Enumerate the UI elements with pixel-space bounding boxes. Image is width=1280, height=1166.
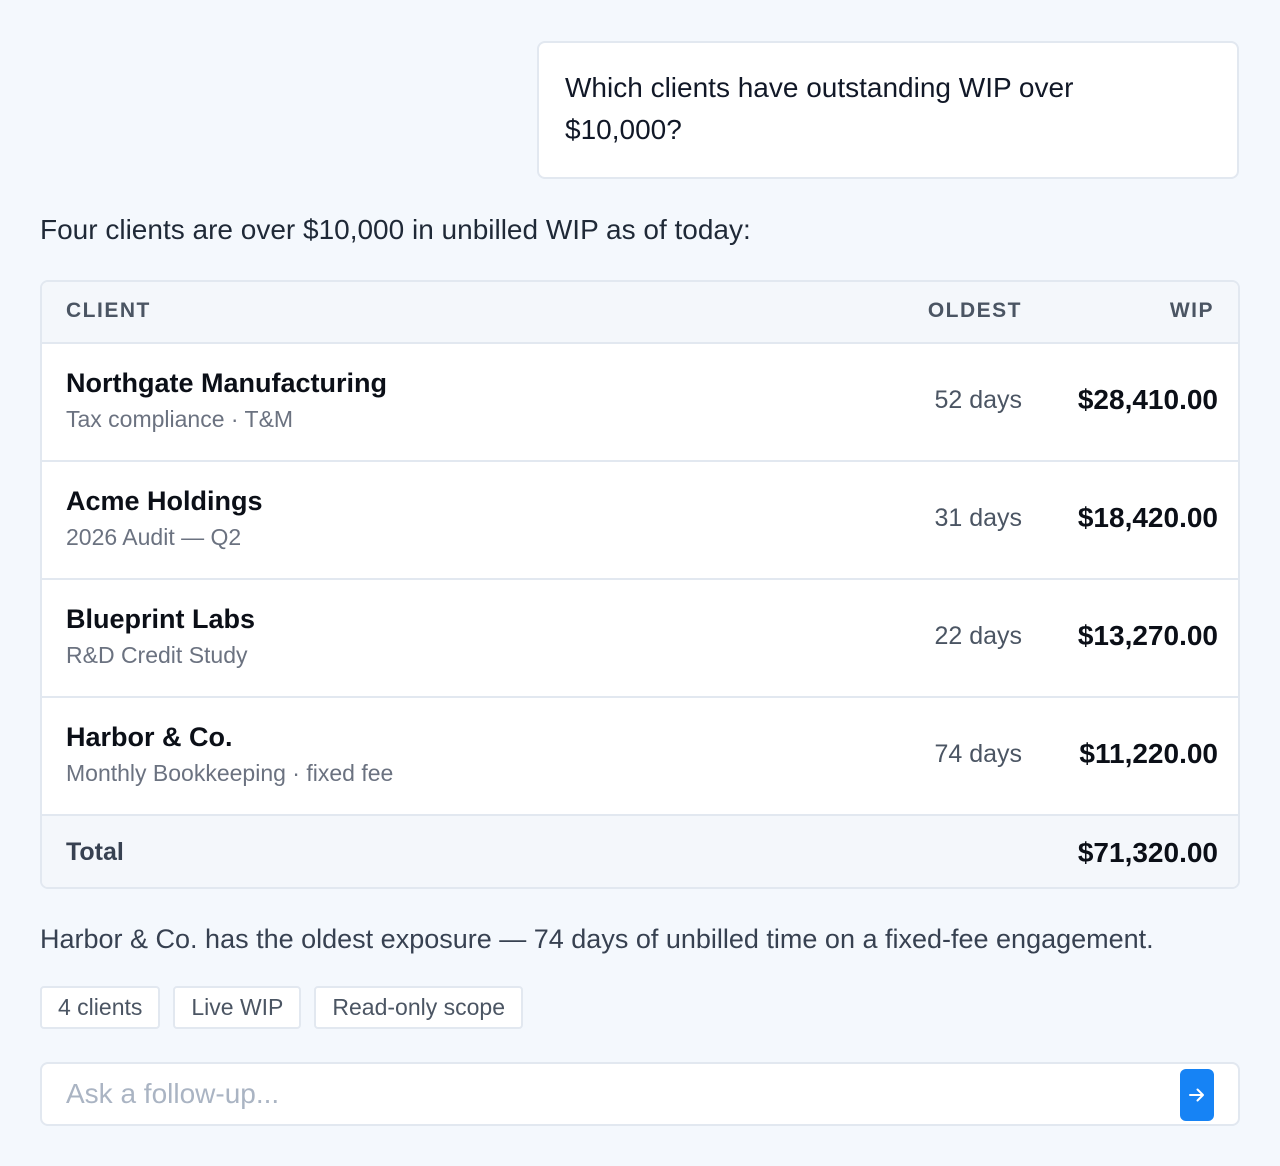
table-row: Blueprint Labs R&D Credit Study 22 days …	[42, 580, 1238, 698]
oldest-age: 31 days	[934, 504, 1022, 532]
client-name: Harbor & Co.	[66, 722, 233, 752]
table-total-row: Total $71,320.00	[42, 816, 1238, 887]
chip-live-wip: Live WIP	[173, 986, 302, 1029]
total-label: Total	[66, 838, 124, 866]
assistant-intro-text: Four clients are over $10,000 in unbille…	[40, 214, 751, 245]
wip-table: CLIENT OLDEST WIP Northgate Manufacturin…	[40, 280, 1240, 889]
engagement-detail: Tax compliance · T&M	[66, 406, 294, 432]
total-amount: $71,320.00	[1077, 837, 1218, 868]
follow-up-composer	[40, 1062, 1240, 1126]
wip-amount: $11,220.00	[1079, 738, 1218, 769]
context-chips: 4 clients Live WIP Read-only scope	[40, 986, 524, 1029]
oldest-age: 52 days	[934, 386, 1022, 414]
table-row: Acme Holdings 2026 Audit — Q2 31 days $1…	[42, 462, 1238, 580]
client-name: Blueprint Labs	[66, 604, 256, 634]
chip-client-count: 4 clients	[40, 986, 161, 1029]
engagement-detail: Monthly Bookkeeping · fixed fee	[66, 760, 394, 786]
assistant-summary-text: Harbor & Co. has the oldest exposure — 7…	[40, 924, 1154, 954]
arrow-right-icon	[1189, 1088, 1204, 1102]
user-message-bubble: Which clients have outstanding WIP over …	[537, 41, 1239, 179]
wip-amount: $13,270.00	[1077, 620, 1218, 651]
wip-amount: $28,410.00	[1077, 384, 1218, 415]
engagement-detail: R&D Credit Study	[66, 642, 248, 668]
column-header-client: CLIENT	[66, 299, 151, 322]
wip-amount: $18,420.00	[1077, 502, 1218, 533]
table-header: CLIENT OLDEST WIP	[42, 282, 1238, 344]
follow-up-input[interactable]	[66, 1074, 1166, 1114]
engagement-detail: 2026 Audit — Q2	[66, 524, 242, 550]
table-row: Harbor & Co. Monthly Bookkeeping · fixed…	[42, 698, 1238, 816]
oldest-age: 22 days	[934, 622, 1022, 650]
user-message-text: Which clients have outstanding WIP over …	[565, 72, 1074, 145]
client-name: Acme Holdings	[66, 486, 263, 516]
chip-read-only-scope: Read-only scope	[314, 986, 524, 1029]
table-row: Northgate Manufacturing Tax compliance ·…	[42, 344, 1238, 462]
oldest-age: 74 days	[934, 740, 1022, 768]
column-header-oldest: OLDEST	[927, 299, 1022, 322]
send-button[interactable]	[1180, 1069, 1214, 1121]
column-header-wip: WIP	[1169, 299, 1214, 322]
client-name: Northgate Manufacturing	[66, 368, 387, 398]
